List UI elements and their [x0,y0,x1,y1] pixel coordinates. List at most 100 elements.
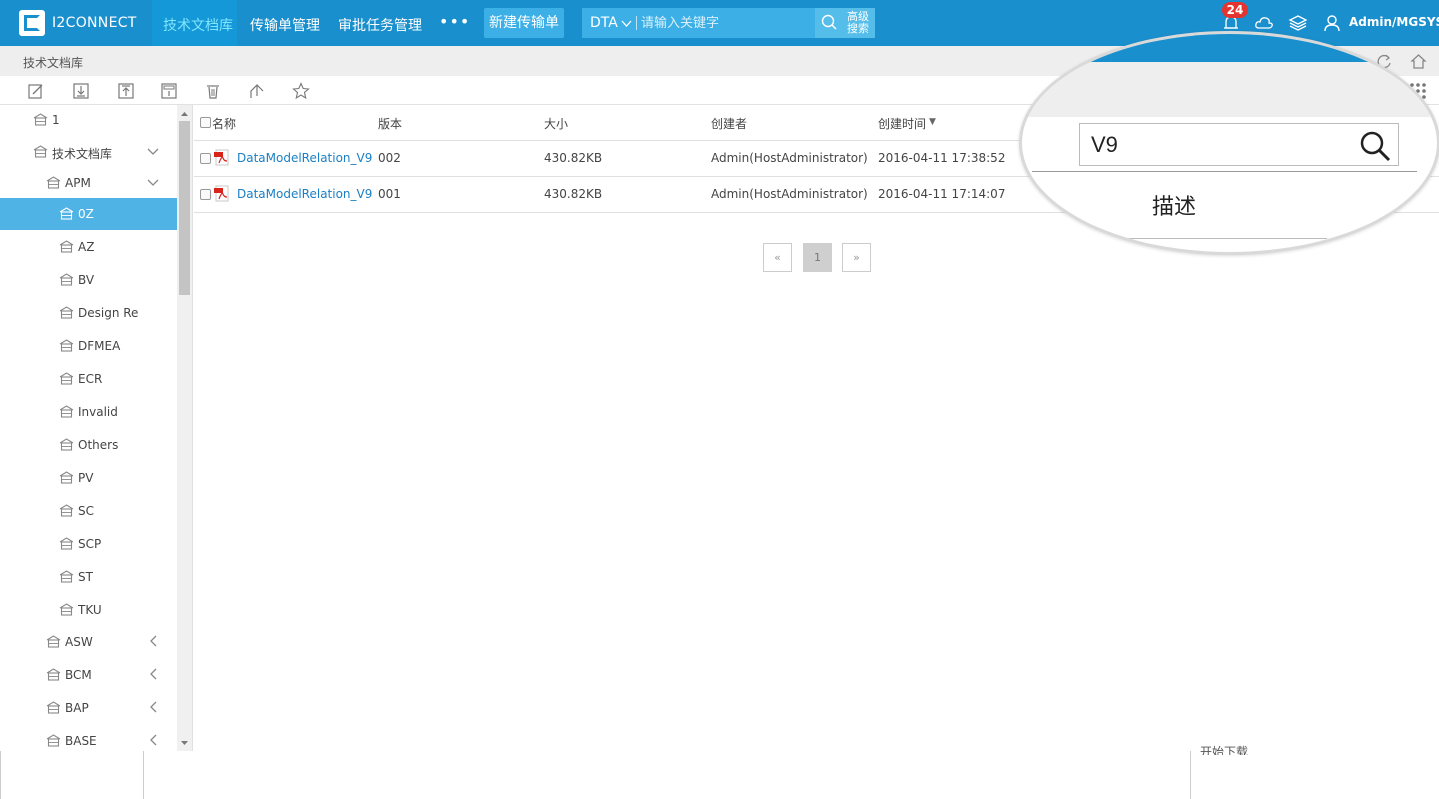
magnified-filter-input[interactable]: V9 [1079,123,1399,166]
library-icon [33,113,48,126]
pagination-next[interactable]: » [842,243,871,272]
tree-item-label: Design Re [78,306,139,320]
star-icon[interactable] [292,82,310,100]
tree-item-label: AZ [78,240,95,254]
tree-item[interactable]: 1 [0,105,177,136]
tree-item[interactable]: DFMEA [0,330,177,362]
advanced-search-button[interactable]: 高级 搜索 [843,8,875,38]
document-name-link[interactable]: DataModelRelation_V9 [237,187,372,201]
library-icon [59,306,74,319]
chevron-down-icon[interactable] [621,17,632,31]
nav-tech-docs[interactable]: 技术文档库 [163,15,233,35]
library-icon [59,438,74,451]
row-checkbox[interactable] [200,189,211,200]
column-header-name[interactable]: 名称 [212,115,236,132]
download-icon[interactable] [72,82,90,100]
library-icon [59,240,74,253]
chevron-left-icon[interactable] [146,634,160,648]
tree-item[interactable]: Design Re [0,297,177,329]
scroll-up-icon[interactable] [177,108,192,120]
tree-item[interactable]: BV [0,264,177,296]
tree-item[interactable]: BASE [0,725,177,751]
nav-approval-tasks[interactable]: 审批任务管理 [338,15,422,35]
tree-item-label: SC [78,504,94,518]
tree-item-label: TKU [78,603,102,617]
row-checkbox[interactable] [200,153,211,164]
cloud-icon[interactable] [1254,13,1274,33]
library-icon [33,145,48,158]
scroll-thumb[interactable] [179,121,190,295]
app-logo [19,10,45,36]
search-scope-select[interactable]: DTA [590,15,618,31]
scroll-down-icon[interactable] [177,737,192,749]
bottom-divider-1 [0,751,1,799]
tree-item[interactable]: 0Z [0,198,177,230]
magnified-divider-2 [1117,238,1327,239]
share-icon[interactable] [248,82,266,100]
library-icon [46,668,61,681]
notification-badge[interactable]: 24 [1222,2,1248,18]
chevron-left-icon[interactable] [146,700,160,714]
checkin-icon[interactable] [160,82,178,100]
pagination-page[interactable]: 1 [803,243,832,272]
nav-more-button[interactable]: ••• [439,12,470,31]
library-icon [59,372,74,385]
tree-item[interactable]: PV [0,462,177,494]
sort-desc-icon[interactable]: ▼ [929,117,936,127]
edit-icon[interactable] [27,82,45,100]
user-icon[interactable] [1322,13,1342,33]
library-icon [59,273,74,286]
tree-item[interactable]: ST [0,561,177,593]
magnified-filter-value: V9 [1091,132,1118,157]
magnified-description-header: 描述 [1152,195,1197,220]
tree-item[interactable]: BCM [0,659,177,691]
search-icon [821,14,837,30]
tree-item[interactable]: APM [0,167,177,199]
column-header-creator[interactable]: 创建者 [711,115,747,132]
document-name-link[interactable]: DataModelRelation_V9 [237,151,372,165]
tree-item[interactable]: SCP [0,528,177,560]
layers-icon[interactable] [1288,13,1308,33]
delete-icon[interactable] [204,82,222,100]
nav-transfer-manage[interactable]: 传输单管理 [250,15,320,35]
document-creator: Admin(HostAdministrator) [711,151,868,165]
search-icon[interactable] [1358,129,1392,163]
tree-item-label: Invalid [78,405,118,419]
tree-scrollbar[interactable] [177,105,192,751]
tree-item[interactable]: ASW [0,626,177,658]
new-transfer-button[interactable]: 新建传输单 [484,8,564,38]
library-icon [46,734,61,747]
tree-item-label: APM [65,176,91,190]
chevron-left-icon[interactable] [146,733,160,747]
pagination-prev[interactable]: « [763,243,792,272]
search-input[interactable] [641,13,811,33]
library-icon [59,471,74,484]
tree-item[interactable]: SC [0,495,177,527]
tree-item[interactable]: AZ [0,231,177,263]
bottom-divider-2 [143,751,144,799]
column-header-created[interactable]: 创建时间 [878,115,926,132]
library-icon [59,339,74,352]
column-header-size[interactable]: 大小 [544,115,568,132]
tree-item-label: SCP [78,537,102,551]
breadcrumb: 技术文档库 [23,56,84,70]
select-all-checkbox[interactable] [200,117,211,128]
tree-item[interactable]: BAP [0,692,177,724]
chevron-down-icon[interactable] [146,175,160,189]
tree-item[interactable]: Others [0,429,177,461]
tree-item-label: ST [78,570,93,584]
tree-item-label: BASE [65,734,97,748]
library-icon [59,570,74,583]
chevron-left-icon[interactable] [146,667,160,681]
search-button[interactable] [815,8,843,38]
search-box: DTA [582,8,815,38]
chevron-down-icon[interactable] [146,144,160,158]
column-header-version[interactable]: 版本 [378,115,402,132]
tree-item[interactable]: TKU [0,594,177,626]
upload-icon[interactable] [117,82,135,100]
user-name[interactable]: Admin/MGSYS [1349,15,1439,29]
tree-item[interactable]: Invalid [0,396,177,428]
tree-item[interactable]: 技术文档库 [0,136,177,168]
bottom-divider-3 [1190,751,1191,799]
tree-item[interactable]: ECR [0,363,177,395]
